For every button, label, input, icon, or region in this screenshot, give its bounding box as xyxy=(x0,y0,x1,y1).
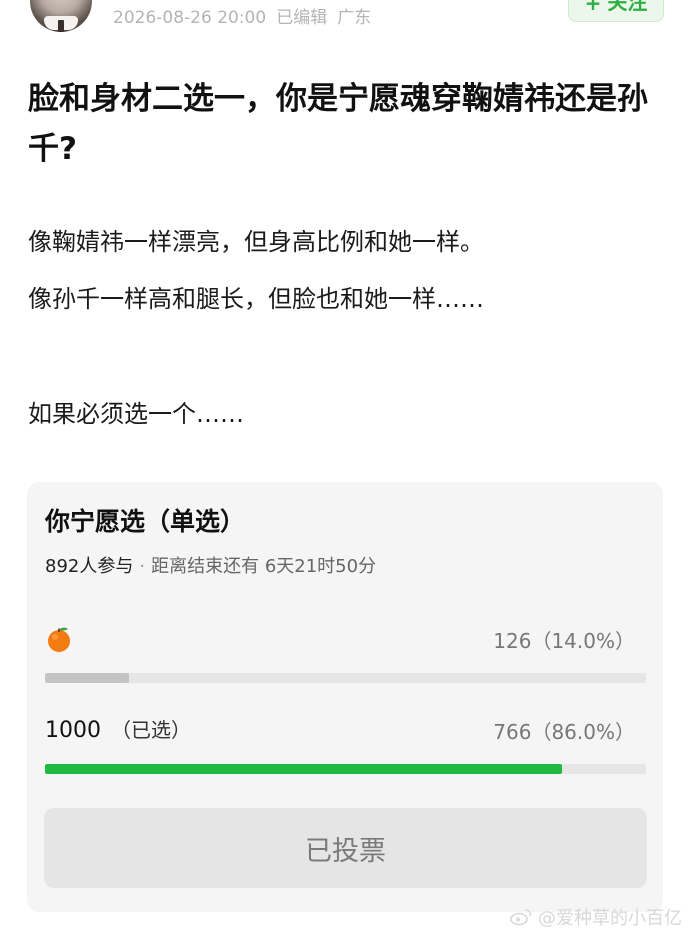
post-timestamp: 2026-08-26 20:00 xyxy=(113,8,267,28)
poll-card: 你宁愿选（单选） 892人参与 · 距离结束还有 6天21时50分 126（14.0… xyxy=(27,482,663,912)
orange-emoji-icon xyxy=(45,625,73,653)
option-2-label: 1000 xyxy=(45,718,101,743)
edited-label: 已编辑 xyxy=(276,8,328,28)
option-2-bar-track xyxy=(45,764,646,774)
poll-title: 你宁愿选（单选） xyxy=(45,507,246,536)
watermark: @爱种草的小百亿 xyxy=(510,904,682,930)
follow-label: 关注 xyxy=(607,0,648,14)
option-1-bar-track xyxy=(45,673,646,683)
follow-button[interactable]: + 关注 xyxy=(568,0,664,22)
option-1-bar-fill xyxy=(45,673,130,683)
watermark-text: @爱种草的小百亿 xyxy=(538,908,682,929)
participant-count: 892人参与 xyxy=(45,556,134,577)
avatar-tie xyxy=(58,20,64,32)
body-line: 像孙千一样高和腿长，但脸也和她一样…… xyxy=(28,285,484,313)
plus-icon: + xyxy=(584,0,602,15)
option-1-stat: 126（14.0%） xyxy=(493,629,635,653)
body-line: 如果必须选一个…… xyxy=(28,400,244,428)
separator-dot: · xyxy=(139,556,146,577)
location-label: 广东 xyxy=(337,8,372,28)
avatar[interactable] xyxy=(30,0,92,32)
poll-meta: 892人参与 · 距离结束还有 6天21时50分 xyxy=(45,552,376,578)
poll-option-2[interactable]: 1000 （已选） xyxy=(45,714,191,743)
option-2-stat: 766（86.0%） xyxy=(493,720,635,744)
post-title: 脸和身材二选一，你是宁愿魂穿鞠婧祎还是孙千? xyxy=(28,81,648,167)
option-2-bar-fill xyxy=(45,764,562,774)
post-header: 2026-08-26 20:00 已编辑 广东 + 关注 xyxy=(0,0,690,40)
body-line: 像鞠婧祎一样漂亮，但身高比例和她一样。 xyxy=(28,228,484,256)
poll-deadline: 距离结束还有 6天21时50分 xyxy=(151,556,377,577)
voted-button[interactable]: 已投票 xyxy=(44,808,647,888)
post-meta: 2026-08-26 20:00 已编辑 广东 xyxy=(113,3,381,28)
weibo-icon xyxy=(510,908,532,926)
selected-tag: （已选） xyxy=(111,718,191,742)
poll-option-1[interactable] xyxy=(45,625,73,659)
